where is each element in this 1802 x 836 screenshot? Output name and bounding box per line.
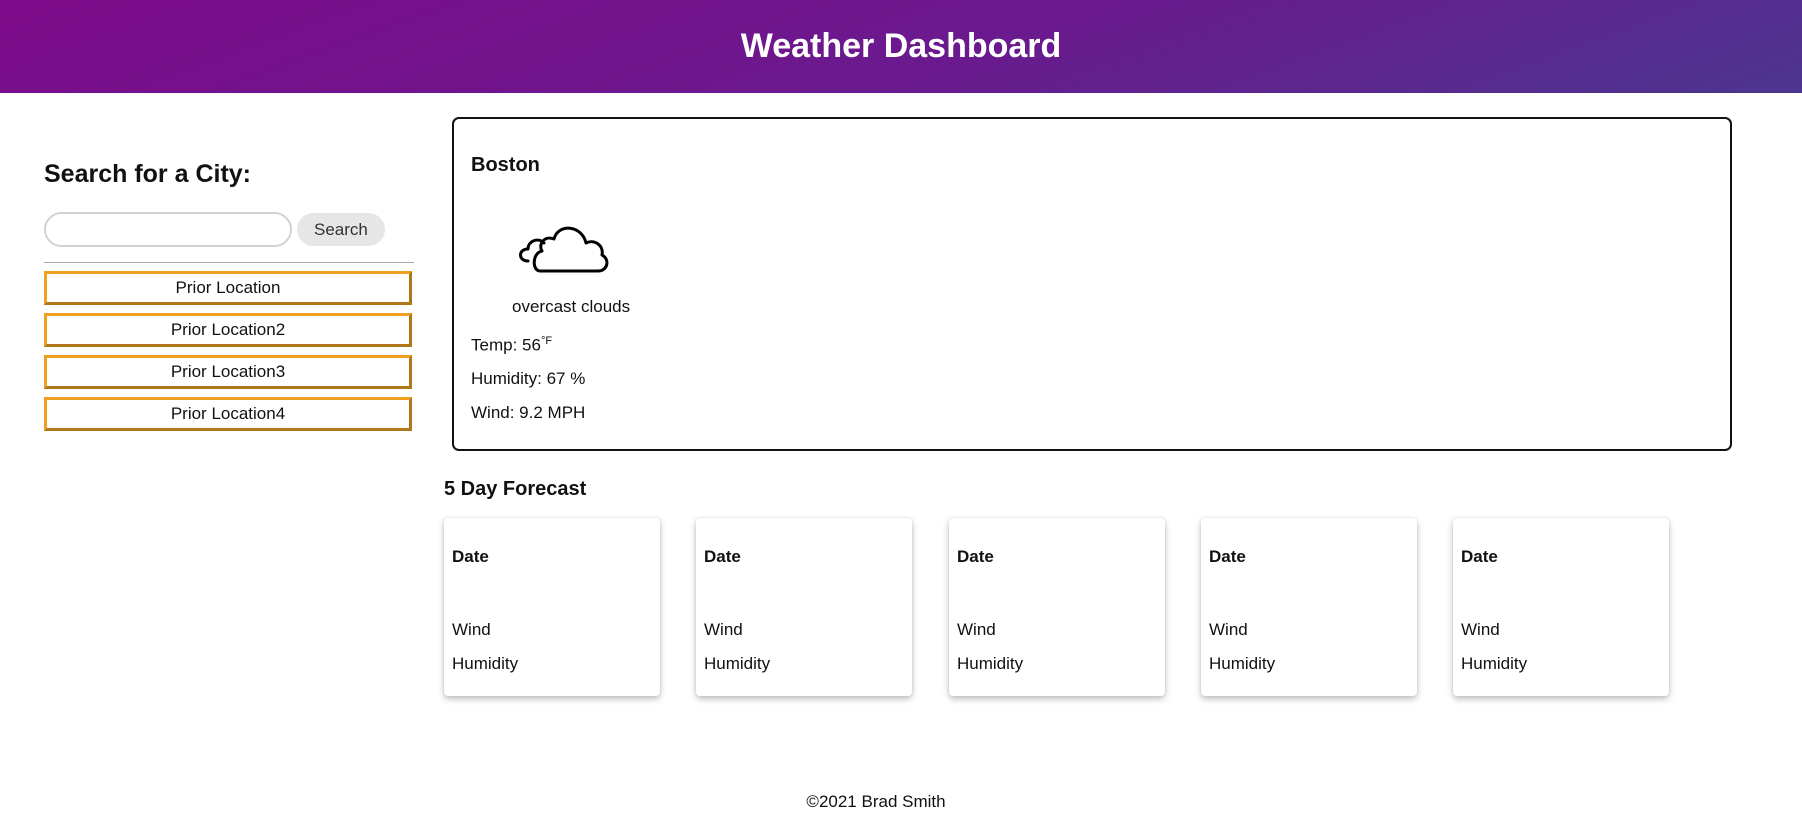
current-temperature: Temp: 56°F — [471, 335, 552, 356]
forecast-wind: Wind — [452, 620, 491, 639]
forecast-humidity: Humidity — [704, 654, 771, 673]
temperature-unit: °F — [540, 335, 553, 347]
search-heading: Search for a City: — [44, 160, 252, 188]
forecast-title: 5 Day Forecast — [444, 478, 587, 500]
prior-location-button[interactable]: Prior Location3 — [44, 355, 412, 389]
temperature-value: Temp: 56 — [471, 335, 541, 355]
search-sidebar: Search for a City: Search Prior Location… — [44, 160, 414, 439]
search-row: Search — [44, 212, 414, 247]
forecast-card: Date Wind Humidity — [949, 518, 1165, 696]
forecast-humidity: Humidity — [957, 654, 1024, 673]
forecast-date: Date — [704, 547, 741, 566]
footer-copyright: ©2021 Brad Smith — [806, 792, 946, 811]
current-humidity: Humidity: 67 % — [471, 369, 586, 388]
current-wind: Wind: 9.2 MPH — [471, 403, 586, 422]
prior-location-button[interactable]: Prior Location2 — [44, 313, 412, 347]
forecast-wind: Wind — [1461, 620, 1500, 639]
forecast-card: Date Wind Humidity — [696, 518, 912, 696]
page-header: Weather Dashboard — [0, 0, 1802, 93]
page-title: Weather Dashboard — [740, 27, 1062, 65]
forecast-humidity: Humidity — [1461, 654, 1528, 673]
weather-description: overcast clouds — [512, 297, 631, 316]
sidebar-divider — [44, 262, 414, 263]
current-city-name: Boston — [471, 154, 540, 176]
forecast-date: Date — [452, 547, 489, 566]
forecast-humidity: Humidity — [1209, 654, 1276, 673]
city-search-input[interactable] — [44, 212, 292, 247]
forecast-wind: Wind — [704, 620, 743, 639]
search-button[interactable]: Search — [297, 213, 385, 246]
forecast-card: Date Wind Humidity — [1201, 518, 1417, 696]
forecast-date: Date — [957, 547, 994, 566]
forecast-wind: Wind — [1209, 620, 1248, 639]
cloud-icon — [516, 219, 616, 280]
forecast-wind: Wind — [957, 620, 996, 639]
forecast-date: Date — [1209, 547, 1246, 566]
forecast-card: Date Wind Humidity — [444, 518, 660, 696]
prior-location-button[interactable]: Prior Location — [44, 271, 412, 305]
forecast-date: Date — [1461, 547, 1498, 566]
prior-location-button[interactable]: Prior Location4 — [44, 397, 412, 431]
current-weather-card: Boston overcast clouds Temp: 56°F Humidi… — [452, 117, 1732, 451]
forecast-card: Date Wind Humidity — [1453, 518, 1669, 696]
forecast-humidity: Humidity — [452, 654, 519, 673]
